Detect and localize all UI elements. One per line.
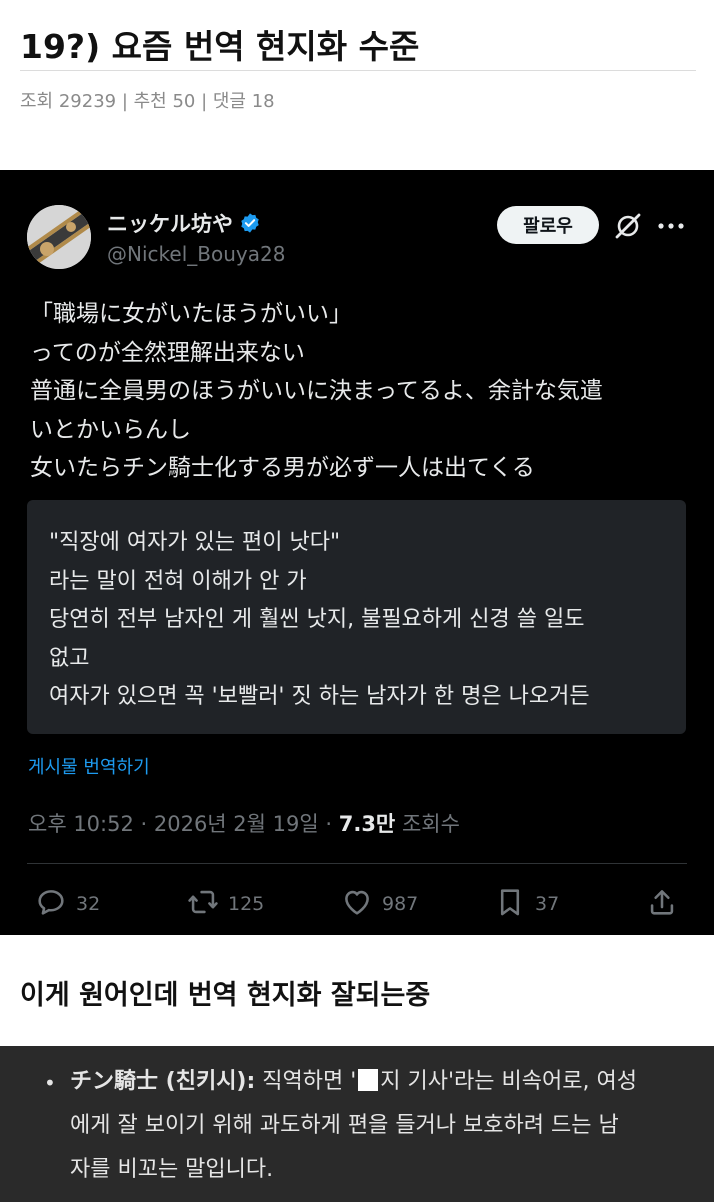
explanation-part: 지 기사'라는 비속어로, 여성 bbox=[380, 1069, 637, 1094]
translation-line: 없고 bbox=[49, 645, 90, 671]
bullet-dot: • bbox=[44, 1071, 56, 1095]
retweet-button[interactable]: 125 bbox=[186, 886, 264, 922]
tweet-card: ニッケル坊や @Nickel_Bouya28 팔로우 「職場に女がいたほうがいい… bbox=[0, 170, 714, 935]
tweet-text-line: 女いたらチン騎士化する男が必ず一人は出てくる bbox=[30, 455, 535, 482]
explanation-part: 직역하면 ' bbox=[255, 1069, 357, 1094]
reply-button[interactable]: 32 bbox=[34, 886, 100, 922]
translate-post-link[interactable]: 게시물 번역하기 bbox=[28, 753, 150, 779]
share-icon bbox=[645, 885, 679, 924]
explanation-panel: • チン騎士 (친키시): 직역하면 ' 지 기사'라는 비속어로, 여성 에게 … bbox=[0, 1046, 714, 1202]
follow-button[interactable]: 팔로우 bbox=[497, 206, 599, 244]
avatar[interactable] bbox=[27, 205, 91, 269]
translation-box: "직장에 여자가 있는 편이 낫다" 라는 말이 전혀 이해가 안 가 당연히 … bbox=[27, 500, 686, 734]
like-button[interactable]: 987 bbox=[340, 886, 418, 922]
views-label: 조회수 bbox=[395, 812, 460, 836]
post-meta: 조회 29239 | 추천 50 | 댓글 18 bbox=[20, 91, 275, 112]
translation-line: 여자가 있으면 꼭 '보빨러' 짓 하는 남자가 한 명은 나오거든 bbox=[49, 684, 590, 709]
explanation-line: チン騎士 (친키시): 직역하면 ' 지 기사'라는 비속어로, 여성 bbox=[70, 1060, 690, 1104]
term-label: チン騎士 (친키시): bbox=[70, 1069, 256, 1094]
verified-badge-icon bbox=[239, 212, 261, 234]
explanation-line: 에게 잘 보이기 위해 과도하게 편을 들거나 보호하려 드는 남 bbox=[70, 1113, 619, 1138]
translation-line: 당연히 전부 남자인 게 훨씬 낫지, 불필요하게 신경 쓸 일도 bbox=[49, 607, 585, 632]
heart-icon bbox=[340, 885, 374, 924]
like-count: 987 bbox=[382, 893, 419, 915]
translation-line: "직장에 여자가 있는 편이 낫다" bbox=[49, 530, 341, 555]
post-title: 19?) 요즘 번역 현지화 수준 bbox=[20, 27, 420, 66]
display-name[interactable]: ニッケル坊や bbox=[107, 208, 261, 238]
display-name-text: ニッケル坊や bbox=[107, 212, 233, 236]
grok-icon[interactable] bbox=[612, 210, 644, 242]
tweet-text-line: 普通に全員男のほうがいいに決まってるよ、余計な気遣 bbox=[30, 378, 603, 405]
reply-count: 32 bbox=[76, 893, 101, 915]
bookmark-button[interactable]: 37 bbox=[493, 886, 559, 922]
redaction-block bbox=[358, 1069, 379, 1091]
divider bbox=[20, 70, 696, 71]
reply-icon bbox=[34, 885, 68, 924]
explanation-text: チン騎士 (친키시): 직역하면 ' 지 기사'라는 비속어로, 여성 에게 잘 … bbox=[70, 1060, 690, 1192]
retweet-count: 125 bbox=[228, 893, 265, 915]
bookmark-icon bbox=[493, 885, 527, 924]
bookmark-count: 37 bbox=[535, 893, 560, 915]
views-count: 7.3만 bbox=[338, 812, 396, 836]
translation-text: "직장에 여자가 있는 편이 낫다" 라는 말이 전혀 이해가 안 가 당연히 … bbox=[49, 524, 590, 717]
divider bbox=[27, 863, 687, 864]
more-icon[interactable] bbox=[656, 212, 686, 240]
post-caption: 이게 원어인데 번역 현지화 잘되는중 bbox=[20, 980, 431, 1011]
explanation-line: 자를 비꼬는 말입니다. bbox=[70, 1157, 274, 1182]
tweet-timestamp: 오후 10:52 · 2026년 2월 19일 · 7.3만 조회수 bbox=[28, 808, 460, 838]
user-handle[interactable]: @Nickel_Bouya28 bbox=[107, 242, 285, 266]
translation-line: 라는 말이 전혀 이해가 안 가 bbox=[49, 568, 307, 594]
tweet-text-line: いとかいらんし bbox=[30, 416, 191, 443]
tweet-text-line: ってのが全然理解出来ない bbox=[30, 339, 305, 366]
timestamp-text[interactable]: 오후 10:52 · 2026년 2월 19일 · bbox=[28, 812, 339, 836]
tweet-text: 「職場に女がいたほうがいい」 ってのが全然理解出来ない 普通に全員男のほうがいい… bbox=[30, 295, 690, 488]
retweet-icon bbox=[186, 885, 220, 924]
share-button[interactable] bbox=[645, 886, 679, 922]
tweet-text-line: 「職場に女がいたほうがいい」 bbox=[30, 301, 352, 327]
